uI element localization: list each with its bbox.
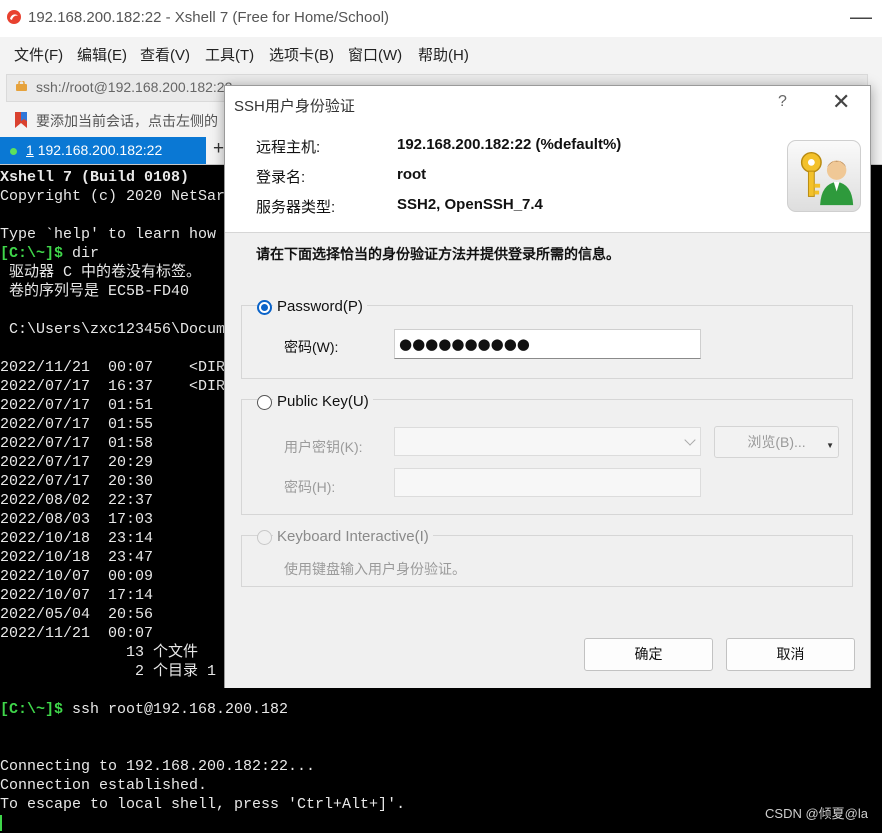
terminal-line: 2022/11/21 00:07 <DIR	[0, 359, 226, 376]
menu-window[interactable]: 窗口(W)	[348, 44, 402, 65]
password-input[interactable]: ●●●●●●●●●●	[394, 329, 701, 359]
terminal-line: 2022/05/04 20:56	[0, 606, 154, 623]
terminal-line: 2022/10/18 23:47	[0, 549, 154, 566]
terminal-line: 2022/07/17 01:58	[0, 435, 154, 452]
password-option-label[interactable]: Password(P)	[273, 298, 367, 315]
menu-tabs[interactable]: 选项卡(B)	[269, 44, 334, 65]
key-user-glyph	[800, 151, 854, 206]
remote-host-value: 192.168.200.182:22 (%default%)	[397, 136, 622, 153]
keyboard-interactive-option-label[interactable]: Keyboard Interactive(I)	[273, 528, 433, 545]
terminal-line: 2022/10/07 00:09	[0, 568, 154, 585]
xshell-logo-icon	[7, 10, 21, 24]
chevron-down-icon	[684, 434, 696, 446]
remote-host-label: 远程主机:	[256, 139, 321, 156]
menu-view[interactable]: 查看(V)	[140, 44, 190, 65]
terminal-prompt: [C:\~]$	[0, 701, 64, 718]
terminal-line: 2022/10/07 17:14	[0, 587, 154, 604]
dialog-title: SSH用户身份验证	[234, 98, 355, 115]
minimize-button[interactable]: —	[850, 4, 872, 30]
user-key-icon	[787, 140, 861, 212]
menu-edit[interactable]: 编辑(E)	[77, 44, 127, 65]
terminal-line: 2022/08/03 17:03	[0, 511, 154, 528]
password-field-label: 密码(W):	[284, 339, 339, 355]
server-type-label: 服务器类型:	[256, 199, 336, 216]
terminal-line: 2022/07/17 01:51	[0, 397, 154, 414]
user-key-select[interactable]	[394, 427, 701, 456]
terminal-prompt: [C:\~]$	[0, 245, 64, 262]
terminal-line: [C:\~]$ ssh root@192.168.200.182	[0, 700, 288, 719]
user-key-label: 用户密钥(K):	[284, 439, 363, 455]
tab-number: 1	[26, 142, 34, 158]
keyboard-interactive-hint: 使用键盘输入用户身份验证。	[284, 561, 466, 577]
terminal-line: 2022/07/17 20:29	[0, 454, 154, 471]
terminal-line: Copyright (c) 2020 NetSar	[0, 188, 226, 205]
terminal-line: 2022/07/17 16:37 <DIR	[0, 378, 226, 395]
terminal-line: 2022/11/21 00:07	[0, 625, 154, 642]
auth-method-panel: 请在下面选择恰当的身份验证方法并提供登录所需的信息。 Password(P) 密…	[225, 232, 870, 688]
window-title: 192.168.200.182:22 - Xshell 7 (Free for …	[28, 9, 390, 26]
terminal-line: Type `help' to learn how	[0, 226, 217, 243]
terminal-line: [C:\~]$ dir	[0, 244, 99, 263]
password-radio[interactable]	[257, 300, 272, 315]
tab-host: 192.168.200.182:22	[37, 142, 163, 158]
terminal-command: ssh root@192.168.200.182	[63, 701, 289, 718]
lock-icon	[16, 81, 27, 91]
publickey-option-label[interactable]: Public Key(U)	[273, 393, 373, 410]
ssh-auth-dialog: SSH用户身份验证 ? ✕ 远程主机: 192.168.200.182:22 (…	[224, 85, 871, 688]
menu-bar: 文件(F) 编辑(E) 查看(V) 工具(T) 选项卡(B) 窗口(W) 帮助(…	[0, 37, 882, 70]
terminal-command: dir	[63, 245, 100, 262]
auth-hint: 请在下面选择恰当的身份验证方法并提供登录所需的信息。	[256, 246, 620, 262]
publickey-radio[interactable]	[257, 395, 272, 410]
terminal-line: 驱动器 C 中的卷没有标签。	[0, 264, 202, 281]
terminal-line: C:\Users\zxc123456\Docum	[0, 321, 226, 338]
dropdown-arrow-icon: ▼	[826, 441, 834, 450]
passphrase-input[interactable]	[394, 468, 701, 497]
tab-session-1[interactable]: 1 192.168.200.182:22	[0, 137, 206, 164]
csdn-watermark: CSDN @倾夏@la	[765, 806, 868, 821]
title-bar: 192.168.200.182:22 - Xshell 7 (Free for …	[0, 0, 882, 37]
terminal-line: 卷的序列号是 EC5B-FD40	[0, 283, 190, 300]
server-type-value: SSH2, OpenSSH_7.4	[397, 196, 543, 213]
new-tab-button[interactable]: +	[213, 138, 224, 160]
close-button[interactable]: ✕	[832, 89, 850, 115]
terminal-cursor-line	[0, 814, 2, 833]
password-value: ●●●●●●●●●●	[399, 335, 530, 353]
terminal-line: 2022/10/18 23:14	[0, 530, 154, 547]
address-url: ssh://root@192.168.200.182:22	[36, 79, 233, 95]
menu-tools[interactable]: 工具(T)	[205, 44, 254, 65]
browse-button[interactable]: 浏览(B)... ▼	[714, 426, 839, 458]
connection-status-icon	[10, 148, 17, 155]
terminal-line: Connection established.	[0, 777, 208, 794]
terminal-line: Xshell 7 (Build 0108)	[0, 169, 190, 186]
terminal-line: 2022/08/02 22:37	[0, 492, 154, 509]
terminal-line: 2 个目录 1	[0, 663, 217, 680]
browse-button-label: 浏览(B)...	[747, 434, 806, 450]
session-notice-text: 要添加当前会话，点击左侧的	[36, 113, 218, 129]
login-name-label: 登录名:	[256, 169, 306, 186]
keyboard-interactive-radio[interactable]	[257, 530, 272, 545]
menu-file[interactable]: 文件(F)	[14, 44, 63, 65]
terminal-line: 2022/07/17 20:30	[0, 473, 154, 490]
help-button[interactable]: ?	[778, 93, 787, 111]
tab-label: 1 192.168.200.182:22	[26, 142, 162, 158]
terminal-line: Connecting to 192.168.200.182:22...	[0, 758, 316, 775]
terminal-line: 13 个文件	[0, 644, 199, 661]
menu-help[interactable]: 帮助(H)	[418, 44, 469, 65]
ok-button[interactable]: 确定	[584, 638, 713, 671]
bookmark-icon	[15, 112, 27, 128]
passphrase-label: 密码(H):	[284, 479, 336, 495]
login-name-value: root	[397, 166, 427, 183]
terminal-line: 2022/07/17 01:55	[0, 416, 154, 433]
cancel-button[interactable]: 取消	[726, 638, 855, 671]
terminal-line: To escape to local shell, press 'Ctrl+Al…	[0, 796, 406, 813]
